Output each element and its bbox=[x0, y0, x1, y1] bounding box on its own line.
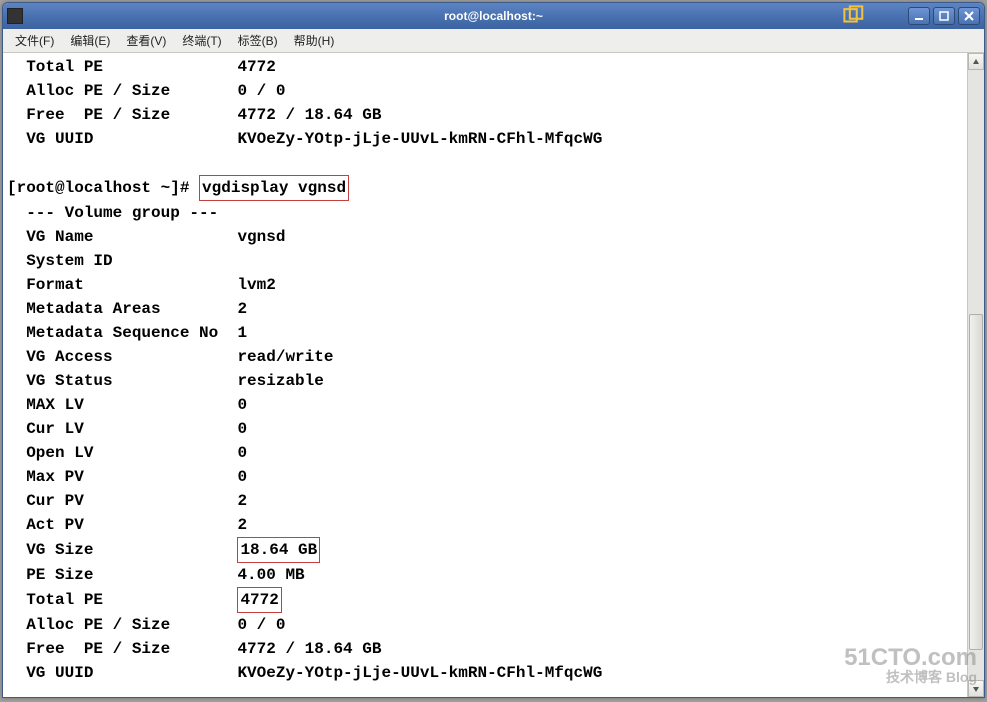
app-icon bbox=[7, 8, 23, 24]
titlebar[interactable]: root@localhost:~ bbox=[3, 3, 984, 29]
highlighted-command: vgdisplay vgnsd bbox=[199, 175, 349, 201]
scroll-thumb[interactable] bbox=[969, 314, 983, 650]
terminal-window: root@localhost:~ 文件(F) 编辑(E) 查看(V) 终端(T)… bbox=[2, 2, 985, 698]
minimize-button[interactable] bbox=[908, 7, 930, 25]
maximize-button[interactable] bbox=[933, 7, 955, 25]
scroll-down-button[interactable] bbox=[968, 680, 984, 697]
menu-tabs[interactable]: 标签(B) bbox=[230, 30, 286, 51]
terminal-output[interactable]: Total PE 4772 Alloc PE / Size 0 / 0 Free… bbox=[3, 53, 967, 697]
scroll-up-button[interactable] bbox=[968, 53, 984, 70]
menubar: 文件(F) 编辑(E) 查看(V) 终端(T) 标签(B) 帮助(H) bbox=[3, 29, 984, 53]
highlighted-vgsize: 18.64 GB bbox=[237, 537, 320, 563]
menu-edit[interactable]: 编辑(E) bbox=[62, 30, 118, 51]
window-title: root@localhost:~ bbox=[444, 9, 543, 23]
menu-view[interactable]: 查看(V) bbox=[118, 30, 174, 51]
taskbar-windows-icon bbox=[843, 7, 865, 25]
menu-terminal[interactable]: 终端(T) bbox=[174, 30, 229, 51]
scroll-track[interactable] bbox=[968, 70, 984, 680]
titlebar-controls bbox=[843, 7, 980, 25]
terminal-area: Total PE 4772 Alloc PE / Size 0 / 0 Free… bbox=[3, 53, 984, 697]
scrollbar[interactable] bbox=[967, 53, 984, 697]
close-button[interactable] bbox=[958, 7, 980, 25]
menu-help[interactable]: 帮助(H) bbox=[286, 30, 343, 51]
highlighted-totalpe: 4772 bbox=[237, 587, 281, 613]
menu-file[interactable]: 文件(F) bbox=[7, 30, 62, 51]
